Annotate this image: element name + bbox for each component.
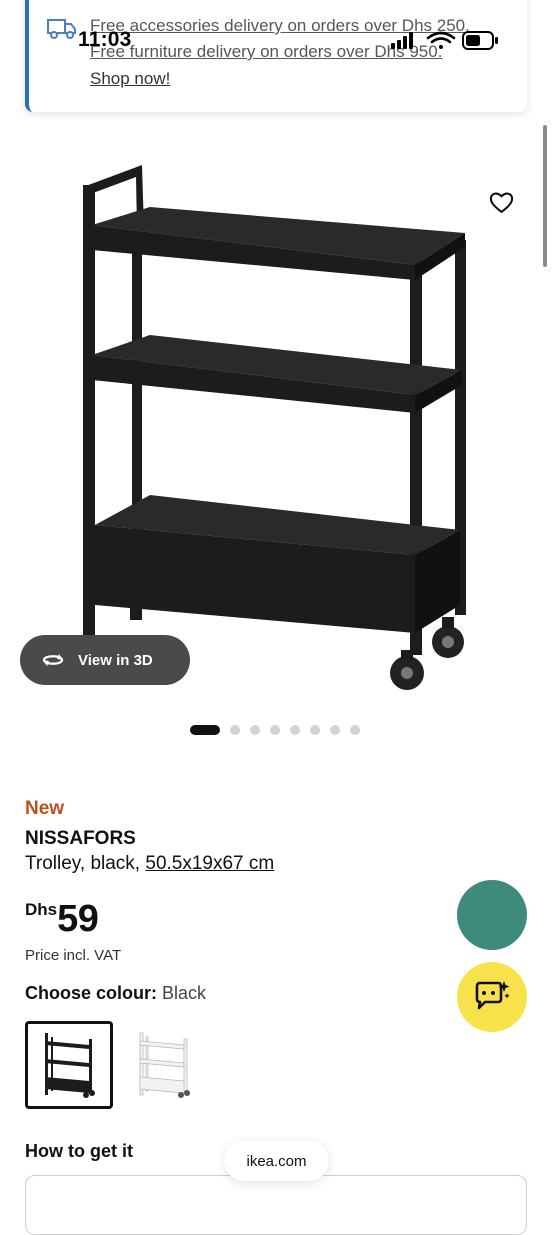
floating-action-button[interactable] [457,880,527,950]
status-time: 11:03 [78,28,132,51]
trolley-black-thumbnail [45,1033,95,1098]
product-description: Trolley, black, 50.5x19x67 cm [25,853,274,875]
rotate-3d-icon [42,654,64,666]
page-scrollbar[interactable] [543,125,547,267]
gallery-dot[interactable] [250,725,260,735]
gallery-dot[interactable] [310,725,320,735]
delivery-truck-icon [47,19,76,39]
gallery-pagination[interactable] [190,725,370,735]
gallery-dot-active[interactable] [190,725,220,735]
how-to-get-it-heading: How to get it [25,1141,133,1161]
product-name: NISSAFORS [25,828,136,849]
status-icons [391,31,498,50]
product-image[interactable] [70,155,475,700]
battery-icon [462,31,498,50]
gallery-dot[interactable] [350,725,360,735]
colour-swatch-black[interactable] [25,1021,113,1109]
gallery-dot[interactable] [290,725,300,735]
price-value: 59 [57,898,99,940]
delivery-options-card[interactable] [25,1175,527,1235]
product-type: Trolley, black, [25,853,146,874]
wifi-icon [426,31,456,49]
favourite-heart-icon[interactable] [489,191,514,214]
colour-chooser: Choose colour: Black [25,983,206,1004]
colour-swatch-white[interactable] [120,1021,208,1109]
cellular-signal-icon [391,32,413,49]
chat-assistant-button[interactable] [457,962,527,1032]
product-price: Dhs59 [25,898,99,941]
colour-label: Choose colour: [25,983,158,1003]
trolley-white-thumbnail [139,1032,190,1098]
price-currency: Dhs [25,900,58,919]
view-in-3d-label: View in 3D [78,651,153,669]
gallery-dot[interactable] [230,725,240,735]
promo-banner: Free accessories delivery on orders over… [25,0,527,112]
banner-shop-now-link[interactable]: Shop now! [90,69,170,89]
new-badge: New [25,798,65,819]
product-dimensions-link[interactable]: 50.5x19x67 cm [145,853,274,874]
gallery-dot[interactable] [330,725,340,735]
chat-sparkle-icon [475,981,510,1010]
gallery-dot[interactable] [270,725,280,735]
price-vat-note: Price incl. VAT [25,947,122,964]
view-in-3d-button[interactable]: View in 3D [20,635,190,685]
colour-selected: Black [162,983,207,1003]
browser-url-pill[interactable]: ikea.com [224,1141,329,1181]
